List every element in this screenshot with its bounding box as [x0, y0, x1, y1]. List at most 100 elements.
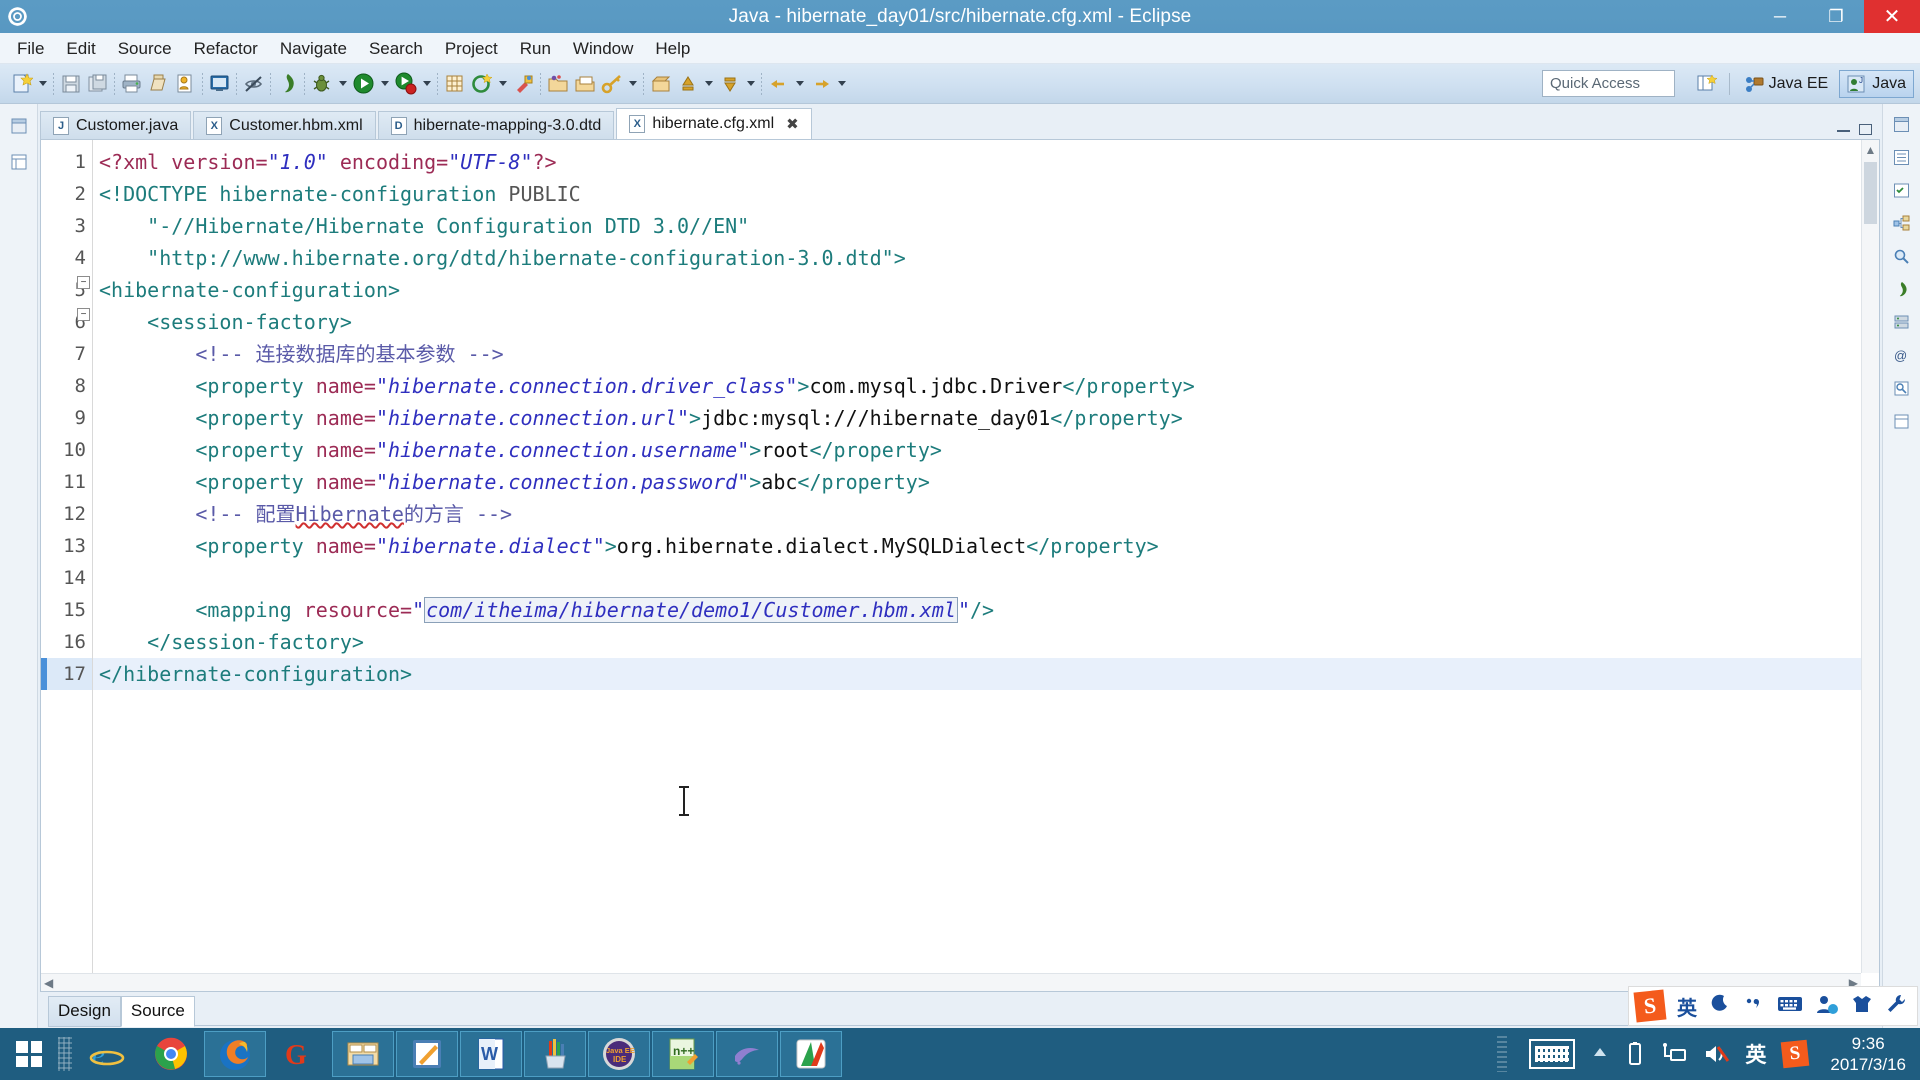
- task-list-icon[interactable]: [1890, 178, 1914, 202]
- minimize-view-icon[interactable]: [1837, 128, 1850, 132]
- debug-icon[interactable]: [308, 70, 335, 98]
- ime-mode-label[interactable]: 英: [1677, 992, 1697, 1021]
- class-dropdown-arrow[interactable]: [495, 70, 510, 98]
- menu-navigate[interactable]: Navigate: [269, 37, 358, 60]
- run-dropdown-arrow[interactable]: [377, 70, 392, 98]
- close-icon[interactable]: ✖: [786, 115, 799, 133]
- new-java-package-icon[interactable]: [441, 70, 468, 98]
- menu-window[interactable]: Window: [562, 37, 644, 60]
- taskbar-item-gif-recorder[interactable]: G: [268, 1031, 330, 1077]
- properties-view-icon[interactable]: [1890, 409, 1914, 433]
- back-icon[interactable]: [765, 70, 792, 98]
- next-dropdown-arrow[interactable]: [743, 70, 758, 98]
- prev-dropdown-arrow[interactable]: [701, 70, 716, 98]
- menu-refactor[interactable]: Refactor: [183, 37, 269, 60]
- menu-project[interactable]: Project: [434, 37, 509, 60]
- selected-attribute-value[interactable]: com/itheima/hibernate/demo1/Customer.hbm…: [424, 597, 958, 623]
- scroll-left-arrow[interactable]: ◀: [44, 976, 53, 990]
- open-perspective-icon[interactable]: [1692, 69, 1722, 98]
- package-icon[interactable]: [647, 70, 674, 98]
- menu-source[interactable]: Source: [107, 37, 183, 60]
- tray-ime-mode-label[interactable]: 英: [1745, 1039, 1766, 1069]
- javadoc-view-icon[interactable]: [1890, 376, 1914, 400]
- tray-sogou-icon[interactable]: S: [1782, 1041, 1808, 1067]
- back-dropdown-arrow[interactable]: [792, 70, 807, 98]
- menu-file[interactable]: File: [6, 37, 55, 60]
- wrench-icon[interactable]: [1885, 993, 1907, 1020]
- onscreen-keyboard-icon[interactable]: [1529, 1039, 1575, 1069]
- taskbar-item-file-explorer[interactable]: [332, 1031, 394, 1077]
- network-icon[interactable]: [1661, 1042, 1687, 1066]
- debug-dropdown-arrow[interactable]: [335, 70, 350, 98]
- tab-source[interactable]: Source: [121, 996, 195, 1027]
- editor-tab-hibernate-cfg-xml[interactable]: X hibernate.cfg.xml ✖: [616, 108, 811, 139]
- code-content[interactable]: <?xml version="1.0" encoding="UTF-8"?> <…: [93, 140, 1879, 991]
- save-all-icon[interactable]: [84, 70, 111, 98]
- vertical-scrollbar[interactable]: ▲: [1861, 140, 1879, 973]
- sogou-logo-icon[interactable]: S: [1634, 990, 1667, 1023]
- next-annotation-icon[interactable]: [716, 70, 743, 98]
- servers-view-icon[interactable]: [1890, 310, 1914, 334]
- console-icon[interactable]: [206, 70, 233, 98]
- taskbar-item-notepad-plus-plus[interactable]: n++: [652, 1031, 714, 1077]
- search-view-icon[interactable]: [1890, 244, 1914, 268]
- moon-icon[interactable]: [1709, 993, 1731, 1020]
- forward-icon[interactable]: [807, 70, 834, 98]
- taskbar-grip[interactable]: [58, 1037, 72, 1071]
- quick-access-input[interactable]: Quick Access: [1542, 70, 1675, 97]
- outline-view-icon[interactable]: [1890, 145, 1914, 169]
- build-all-icon[interactable]: [145, 70, 172, 98]
- user-icon[interactable]: [1815, 993, 1839, 1020]
- taskbar-item-navicat[interactable]: [716, 1031, 778, 1077]
- editor-tab-customer-hbm-xml[interactable]: X Customer.hbm.xml: [193, 111, 375, 139]
- maximize-button[interactable]: ❐: [1808, 0, 1864, 33]
- restore-view-icon[interactable]: [7, 114, 31, 138]
- minimize-button[interactable]: ─: [1752, 0, 1808, 33]
- taskbar-item-google-chrome[interactable]: [140, 1031, 202, 1077]
- forward-dropdown-arrow[interactable]: [834, 70, 849, 98]
- perspective-java-ee[interactable]: Java EE: [1737, 71, 1836, 97]
- hibernate-view-icon[interactable]: [1890, 277, 1914, 301]
- type-hierarchy-icon[interactable]: [1890, 211, 1914, 235]
- open-type-icon[interactable]: [172, 70, 199, 98]
- editor-tab-hibernate-mapping-dtd[interactable]: D hibernate-mapping-3.0.dtd: [378, 111, 615, 139]
- fold-toggle-icon[interactable]: −: [77, 308, 90, 321]
- restore-view-icon[interactable]: [1890, 112, 1914, 136]
- folder-open-icon[interactable]: [544, 70, 571, 98]
- taskbar-item-pencil-cup[interactable]: [524, 1031, 586, 1077]
- print-icon[interactable]: [118, 70, 145, 98]
- new-dropdown-arrow[interactable]: [35, 70, 50, 98]
- skin-icon[interactable]: [1851, 993, 1873, 1020]
- volume-muted-icon[interactable]: [1703, 1042, 1729, 1066]
- show-hidden-icons-arrow[interactable]: [1591, 1045, 1609, 1064]
- close-button[interactable]: ✕: [1864, 0, 1920, 33]
- external-tools-icon[interactable]: [510, 70, 537, 98]
- new-wizard-icon[interactable]: [8, 70, 35, 98]
- taskbar-item-editplus[interactable]: [396, 1031, 458, 1077]
- tab-design[interactable]: Design: [48, 996, 121, 1027]
- key-icon[interactable]: [598, 70, 625, 98]
- scroll-up-arrow[interactable]: ▲: [1862, 140, 1879, 160]
- taskbar-item-internet-explorer[interactable]: e: [76, 1031, 138, 1077]
- tray-grip[interactable]: [1497, 1036, 1507, 1072]
- menu-run[interactable]: Run: [509, 37, 562, 60]
- run-as-server-icon[interactable]: [392, 70, 419, 98]
- battery-icon[interactable]: [1625, 1041, 1645, 1067]
- save-icon[interactable]: [57, 70, 84, 98]
- annotations-view-icon[interactable]: @: [1890, 343, 1914, 367]
- previous-annotation-icon[interactable]: [674, 70, 701, 98]
- taskbar-item-mozilla-firefox[interactable]: [204, 1031, 266, 1077]
- keyboard-icon[interactable]: [1777, 994, 1803, 1019]
- vertical-scroll-thumb[interactable]: [1864, 162, 1877, 224]
- fold-toggle-icon[interactable]: −: [77, 276, 90, 289]
- windows-start-icon[interactable]: [0, 1028, 58, 1080]
- open-resource-icon[interactable]: [571, 70, 598, 98]
- editor-tab-customer-java[interactable]: J Customer.java: [40, 111, 191, 139]
- perspective-java[interactable]: J Java: [1839, 70, 1914, 98]
- new-class-icon[interactable]: [468, 70, 495, 98]
- taskbar-item-wps-app[interactable]: [780, 1031, 842, 1077]
- maximize-view-icon[interactable]: [1859, 124, 1872, 135]
- horizontal-scrollbar[interactable]: ◀ ▶: [41, 973, 1861, 991]
- sogou-ime-bar[interactable]: S 英: [1628, 986, 1918, 1026]
- menu-edit[interactable]: Edit: [55, 37, 106, 60]
